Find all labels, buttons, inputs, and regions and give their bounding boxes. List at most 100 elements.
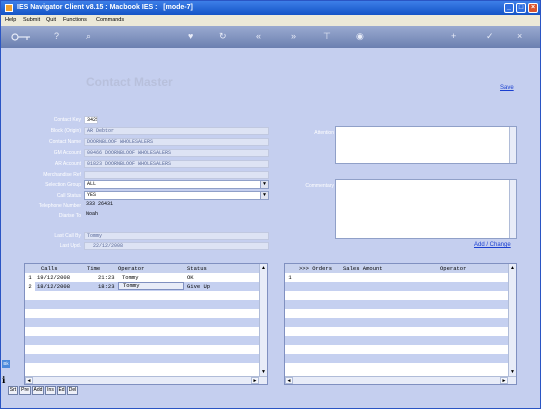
key-icon[interactable] [11,33,31,41]
maximize-button[interactable]: □ [516,3,526,13]
menu-bar: Help Submit Quit Functions Commands [1,15,540,26]
menu-commands[interactable]: Commands [96,17,124,23]
edit-button[interactable]: Ed [57,386,66,395]
save-link[interactable]: Save [500,85,514,91]
add-change-link[interactable]: Add / Change [474,242,511,248]
table-row[interactable] [25,336,267,345]
form-canvas: Contact Master Save Contact Key 3425 Blo… [1,48,540,400]
close-button[interactable]: × [528,3,538,13]
table-row[interactable] [25,291,267,300]
previous-button[interactable]: Pre [19,386,31,395]
table-row[interactable]: 2 18/12/2008 18:23 Tommy Give Up [25,282,267,291]
refresh-icon[interactable]: ↻ [219,31,227,42]
merchandise-ref-field[interactable] [84,171,269,179]
table-row[interactable] [285,309,516,318]
call-time: 21:23 [98,274,115,281]
status-column-header[interactable]: Status [187,264,207,273]
table-row[interactable] [25,318,267,327]
scroll-down-icon[interactable]: ▼ [509,368,516,376]
sales-amount-column-header[interactable]: Sales Amount [343,264,383,273]
table-row[interactable] [285,327,516,336]
minimize-button[interactable]: _ [504,3,514,13]
call-status-label: Call Status [56,193,81,199]
table-row[interactable]: 1 19/12/2008 21:23 Tommy OK [25,273,267,282]
commentary-scrollbar[interactable] [509,180,516,238]
table-row[interactable] [25,300,267,309]
orders-grid-vscrollbar[interactable]: ▲ ▼ [508,264,516,384]
search-icon[interactable]: ⌕ [86,31,91,42]
table-row[interactable] [285,282,516,291]
side-tab[interactable]: Bk [2,360,10,368]
menu-help[interactable]: Help [5,17,16,23]
block-origin-field[interactable]: AR Debtor [84,127,269,135]
tree-icon[interactable]: ⊤ [323,31,331,42]
table-row[interactable] [25,354,267,363]
info-icon[interactable]: ℹ [2,375,10,385]
table-row[interactable] [285,354,516,363]
diarise-to-field[interactable]: Noah [84,211,269,219]
scroll-up-icon[interactable]: ▲ [260,264,267,272]
ok-icon[interactable]: ✓ [486,31,494,42]
operator-column-header[interactable]: Operator [118,264,144,273]
cancel-icon[interactable]: × [517,31,522,42]
ar-account-field[interactable]: 01823 DOORNBLOOF WHOLESALERS [84,160,269,168]
table-row[interactable] [285,345,516,354]
table-row[interactable] [25,363,267,372]
call-operator-cell-edit[interactable]: Tommy [118,282,184,290]
back-icon[interactable]: « [256,31,261,42]
orders-column-header[interactable]: >>> Orders [299,264,332,273]
commentary-field[interactable] [335,179,517,239]
delete-button[interactable]: Del [67,386,78,395]
scroll-left-icon[interactable]: ◄ [25,377,33,384]
calls-grid-hscrollbar[interactable]: ◄ ► [25,376,267,384]
sort-button[interactable]: Srt [8,386,18,395]
stop-icon[interactable]: ◉ [356,31,364,42]
help-icon[interactable]: ? [54,31,59,42]
time-column-header[interactable]: Time [87,264,100,273]
table-row[interactable] [285,363,516,372]
table-row[interactable] [25,345,267,354]
commentary-label: Commentary [305,183,334,189]
telephone-number-field[interactable]: 333 26431 [84,201,269,209]
scroll-down-icon[interactable]: ▼ [260,368,267,376]
table-row[interactable] [285,291,516,300]
calls-grid-vscrollbar[interactable]: ▲ ▼ [259,264,267,384]
menu-quit[interactable]: Quit [46,17,56,23]
table-row[interactable] [25,327,267,336]
row-number: 2 [25,282,35,291]
insert-button[interactable]: Ins [45,386,56,395]
chevron-down-icon[interactable]: ▼ [260,181,268,188]
attention-scrollbar[interactable] [509,127,516,163]
contact-key-field[interactable]: 3425 [84,116,98,124]
table-row[interactable] [285,300,516,309]
operator-column-header[interactable]: Operator [440,264,466,273]
table-row[interactable] [25,309,267,318]
last-call-by-label: Last Call By [54,233,81,239]
attention-field[interactable] [335,126,517,164]
last-upd-field[interactable]: 22/12/2008 [84,242,269,250]
table-row[interactable]: 1 [285,273,516,282]
selection-group-label: Selection Group [45,182,81,188]
menu-submit[interactable]: Submit [23,17,40,23]
table-row[interactable] [285,318,516,327]
scroll-right-icon[interactable]: ► [251,377,259,384]
add-icon[interactable]: + [451,31,456,42]
orders-grid-hscrollbar[interactable]: ◄ ► [285,376,516,384]
selection-group-select[interactable]: ALL ▼ [84,180,269,189]
heart-icon[interactable]: ♥ [188,31,193,42]
scroll-right-icon[interactable]: ► [500,377,508,384]
status-bar [1,400,540,408]
scroll-up-icon[interactable]: ▲ [509,264,516,272]
scroll-left-icon[interactable]: ◄ [285,377,293,384]
call-status-select[interactable]: YES ▼ [84,191,269,200]
last-call-by-field[interactable]: Tommy [84,232,269,240]
gm-account-field[interactable]: 00466 DOORNBLOOF WHOLESALERS [84,149,269,157]
calls-column-header[interactable]: Calls [41,264,58,273]
forward-icon[interactable]: » [291,31,296,42]
chevron-down-icon[interactable]: ▼ [260,192,268,199]
orders-grid-header: >>> Orders Sales Amount Operator [285,264,516,273]
menu-functions[interactable]: Functions [63,17,87,23]
table-row[interactable] [285,336,516,345]
contact-name-field[interactable]: DOORNBLOOF WHOLESALERS [84,138,269,146]
add-button[interactable]: Add [32,386,44,395]
